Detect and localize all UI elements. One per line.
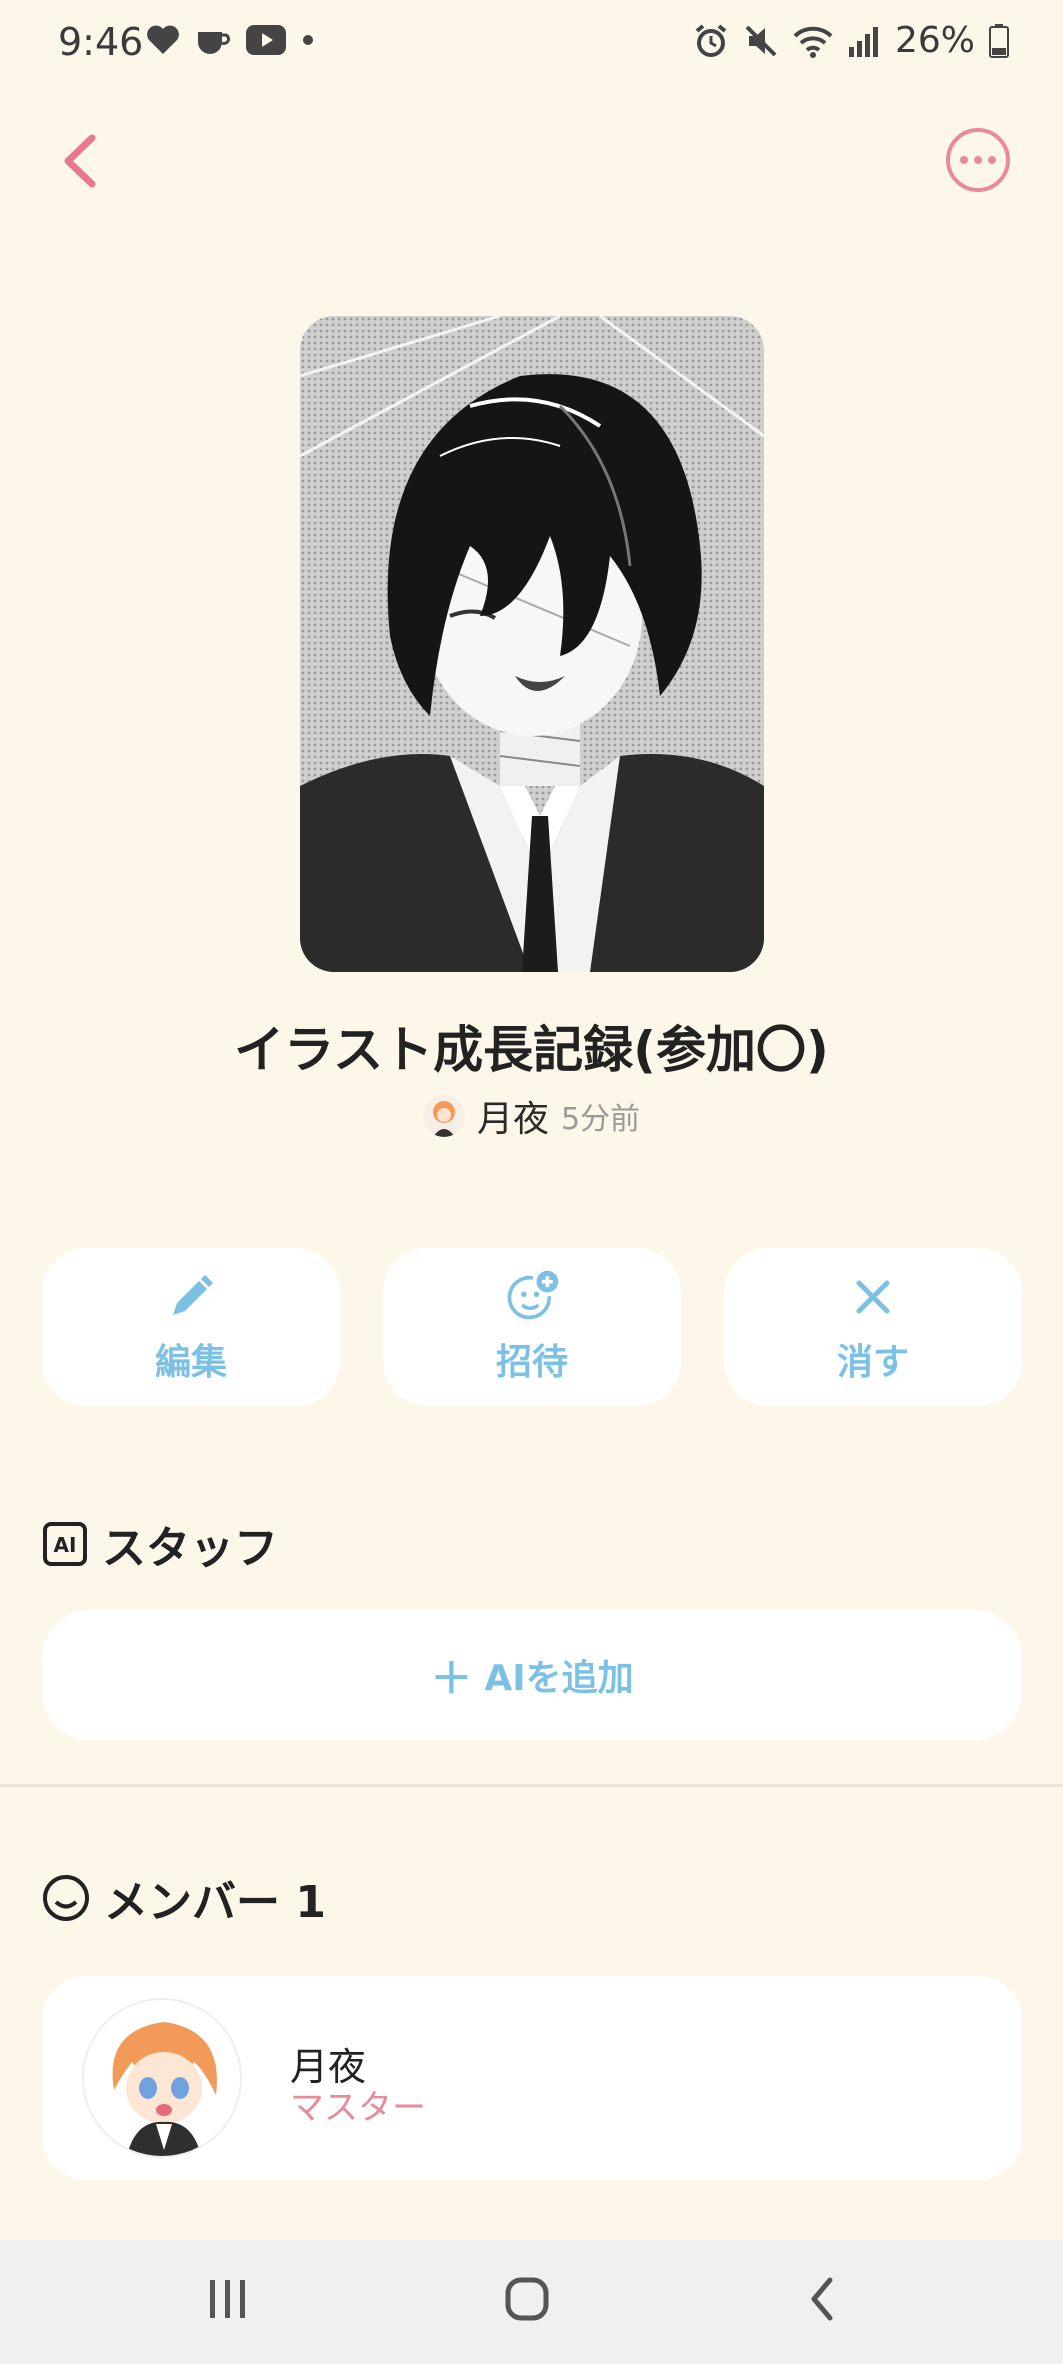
updated-time: 5分前 [560, 1102, 641, 1137]
member-avatar[interactable] [82, 1998, 242, 2158]
staff-heading: AI スタッフ [42, 1512, 278, 1576]
add-ai-label: AIを追加 [484, 1658, 634, 1699]
notification-icons [146, 24, 314, 56]
back-arrow-icon [811, 2277, 833, 2321]
invite-button[interactable]: 招待 [383, 1248, 681, 1406]
wifi-icon [793, 26, 833, 58]
author-row[interactable]: 月夜 5分前 [0, 1090, 1063, 1142]
invite-icon [504, 1269, 560, 1325]
edit-button[interactable]: 編集 [42, 1248, 340, 1406]
author-name[interactable]: 月夜 [477, 1090, 549, 1142]
battery-percent: 26% [894, 20, 975, 61]
book-title: イラスト成長記録(参加〇) [234, 1021, 829, 1079]
status-bar: 9:46 26% [0, 0, 1063, 90]
mute-icon [745, 25, 777, 56]
ai-icon: AI [43, 1522, 87, 1566]
author-avatar[interactable] [422, 1095, 465, 1137]
signal-icon [848, 26, 878, 57]
system-icons: 26% [693, 20, 1009, 61]
cover-image[interactable] [300, 316, 764, 972]
home-icon [505, 2277, 549, 2321]
delete-button[interactable]: 消す [724, 1248, 1022, 1406]
pencil-icon [163, 1269, 219, 1325]
svg-text:AI: AI [54, 1533, 77, 1557]
home-button[interactable] [504, 2274, 550, 2328]
plus-icon: ＋ [430, 1653, 473, 1703]
alarm-icon [695, 23, 727, 57]
more-options-button[interactable] [946, 128, 1010, 192]
member-role: マスター [290, 2088, 426, 2128]
smile-icon [43, 1875, 89, 1921]
system-nav-bar [0, 2240, 1063, 2364]
recents-icon [210, 2280, 245, 2318]
dot-icon [303, 35, 313, 45]
member-card[interactable]: 月夜 マスター [42, 1976, 1022, 2180]
section-divider [0, 1784, 1063, 1787]
youtube-icon [246, 25, 286, 55]
status-time: 9:46 [58, 20, 144, 64]
members-title: メンバー 1 [104, 1877, 326, 1928]
more-horizontal-icon [960, 156, 968, 164]
action-buttons: 編集 招待 消す [42, 1248, 1022, 1406]
staff-title: スタッフ [102, 1523, 278, 1574]
close-icon [845, 1269, 901, 1325]
cup-icon [198, 32, 230, 54]
chevron-left-icon [64, 134, 96, 188]
recents-button[interactable] [206, 2274, 250, 2328]
heart-icon [147, 25, 179, 54]
invite-label: 招待 [495, 1342, 568, 1383]
edit-label: 編集 [154, 1342, 227, 1383]
members-heading: メンバー 1 [42, 1866, 326, 1930]
back-button[interactable] [52, 128, 112, 194]
system-back-button[interactable] [806, 2274, 840, 2328]
delete-label: 消す [836, 1342, 909, 1383]
battery-icon [989, 23, 1009, 58]
add-ai-button[interactable]: ＋ AIを追加 [42, 1610, 1022, 1740]
